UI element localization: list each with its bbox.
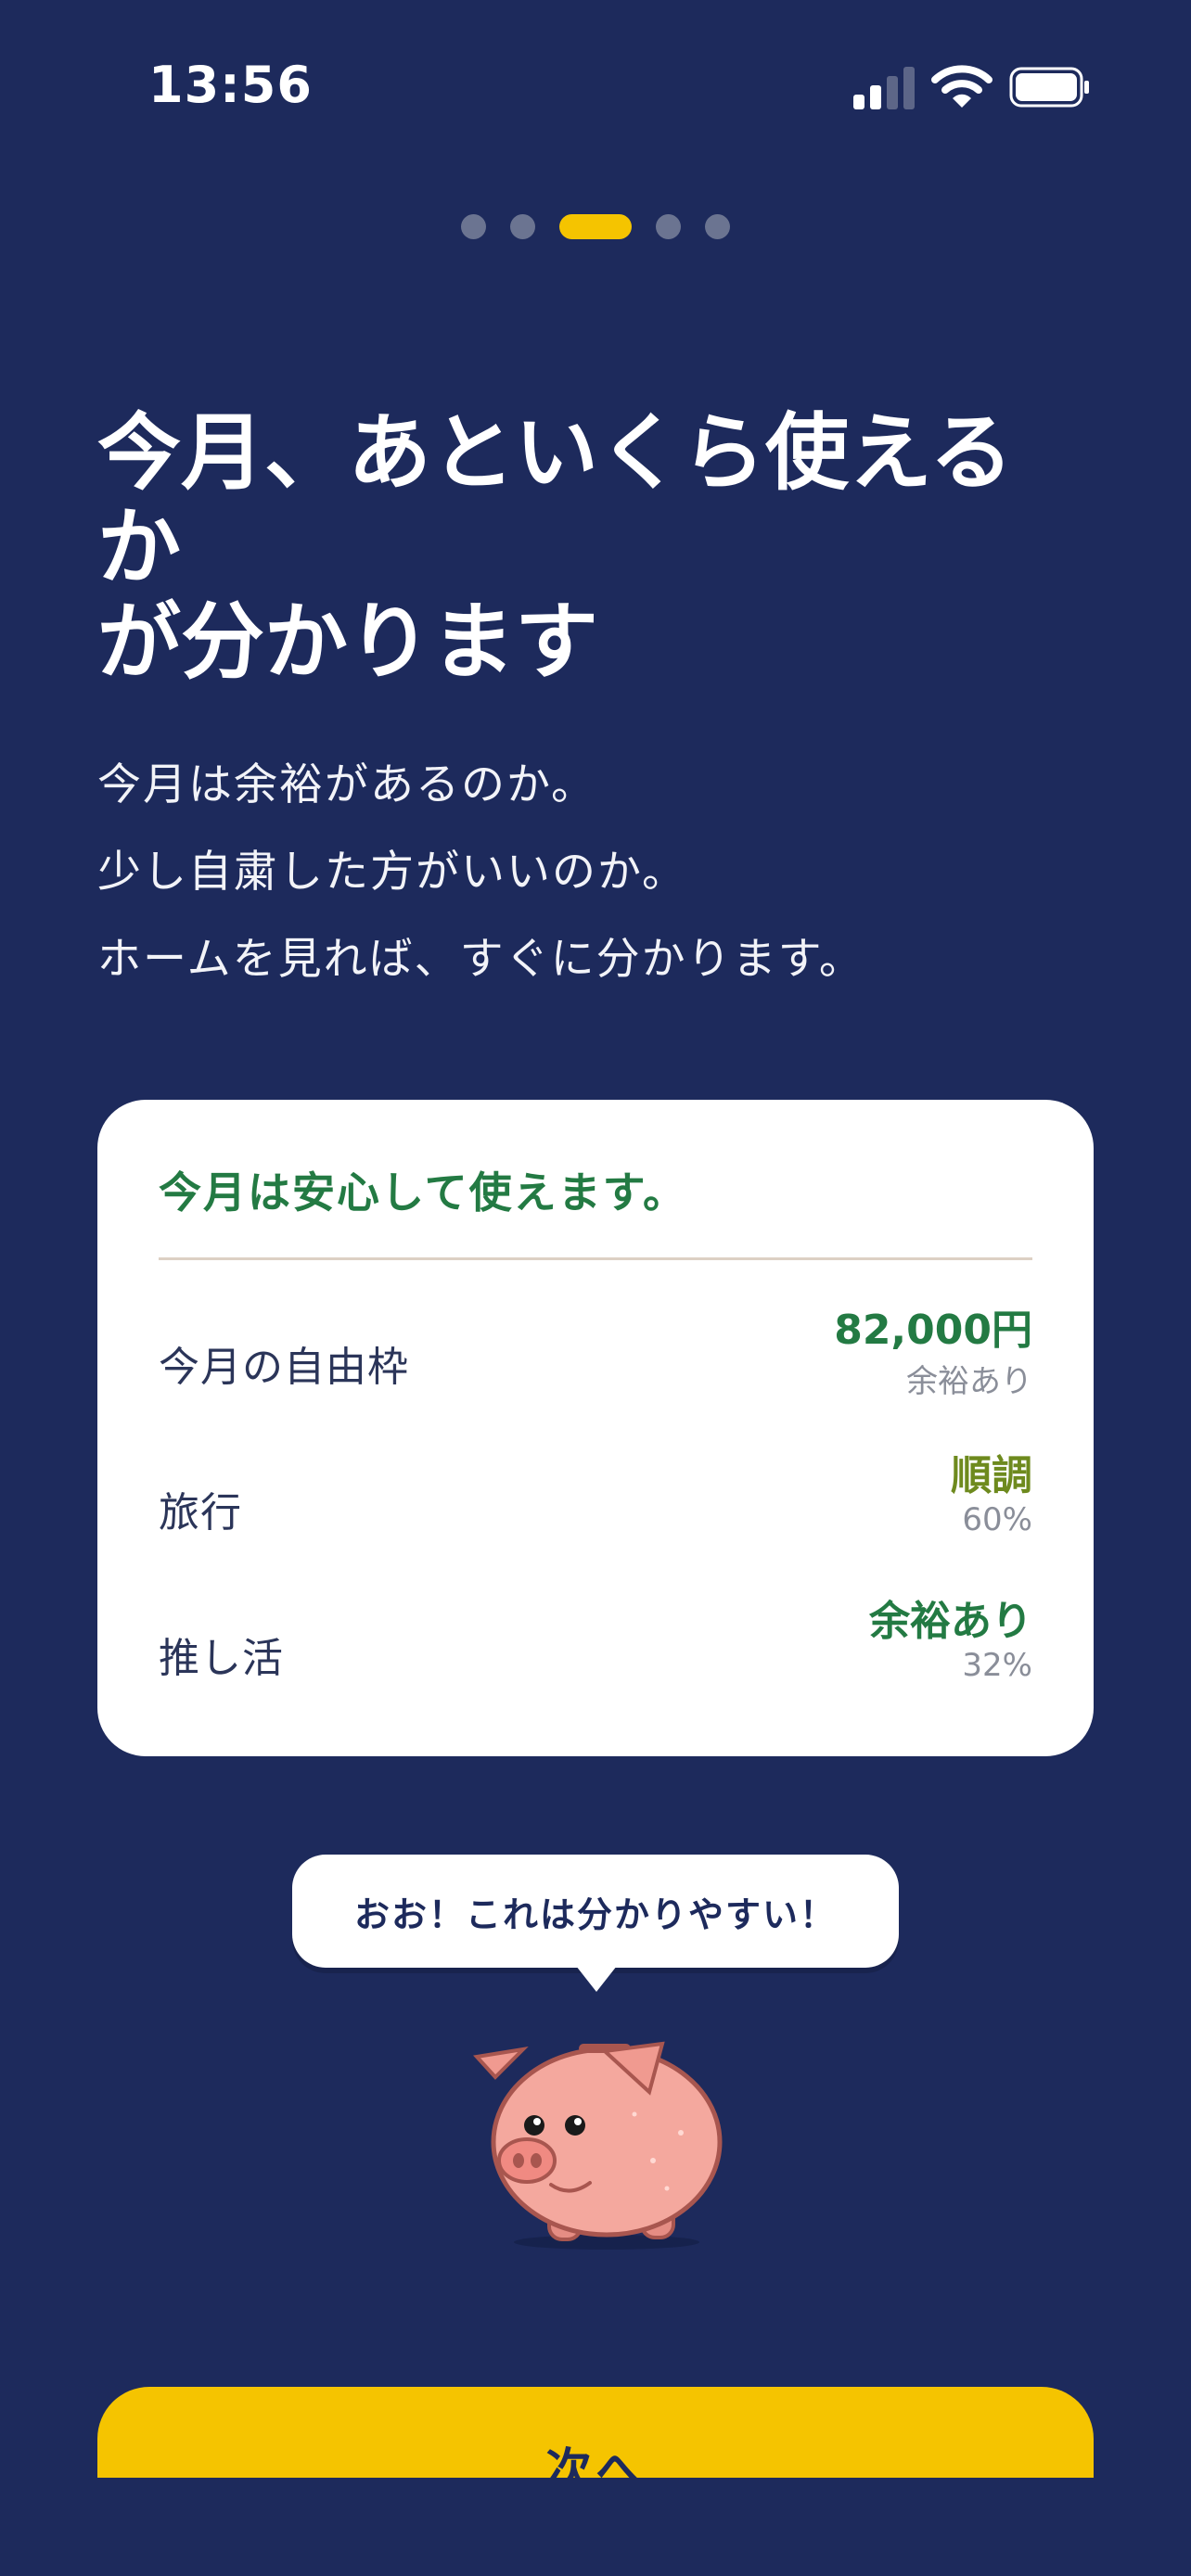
speech-bubble-text: おお！これは分かりやすい！ [353, 1894, 837, 1935]
description-line: 今月は余裕があるのか。 [97, 759, 597, 810]
page-indicator [0, 211, 1191, 241]
page-title: 今月、あといくら使える か が分かります [97, 406, 1099, 690]
page-dot [461, 213, 486, 239]
page-dot [656, 213, 681, 239]
budget-row-travel: 旅行 順調 60% [159, 1442, 1032, 1553]
description-line: 少し自粛した方がいいのか。 [97, 847, 688, 898]
wifi-icon [931, 65, 992, 108]
description-line: ホームを見れば、すぐに分かります。 [97, 934, 864, 985]
row-status: 余裕あり [906, 1363, 1032, 1400]
bottom-area [0, 2478, 1191, 2576]
battery-icon [1009, 67, 1089, 108]
budget-row-oshikatsu: 推し活 余裕あり 32% [159, 1588, 1032, 1699]
speech-bubble: おお！これは分かりやすい！ [292, 1855, 899, 1992]
page-dot-active [559, 213, 632, 239]
title-line: 今月、あといくら使える [97, 404, 1014, 502]
card-divider [159, 1257, 1032, 1260]
row-value: 余裕あり [869, 1598, 1032, 1645]
row-label: 旅行 [159, 1489, 242, 1537]
status-time: 13:56 [148, 56, 313, 114]
row-label: 今月の自由枠 [159, 1344, 409, 1391]
card-heading: 今月は安心して使えます。 [159, 1167, 688, 1218]
piggy-bank-icon [473, 2041, 723, 2250]
title-line: が分かります [97, 593, 598, 691]
row-value: 82,000円 [834, 1307, 1032, 1354]
row-percent: 60% [962, 1501, 1032, 1538]
description: 今月は余裕があるのか。 少し自粛した方がいいのか。 ホームを見れば、すぐに分かり… [97, 742, 1118, 1003]
title-line: か [97, 499, 181, 596]
page-dot [705, 213, 730, 239]
row-percent: 32% [962, 1647, 1032, 1684]
status-bar: 13:56 [0, 0, 1191, 176]
budget-summary-card: 今月は安心して使えます。 今月の自由枠 82,000円 余裕あり 旅行 順調 6… [97, 1100, 1094, 1756]
budget-row-free-allowance: 今月の自由枠 82,000円 余裕あり [159, 1296, 1032, 1408]
row-label: 推し活 [159, 1635, 284, 1682]
cellular-signal-icon [853, 67, 915, 109]
row-value: 順調 [951, 1452, 1032, 1499]
page-dot [510, 213, 535, 239]
